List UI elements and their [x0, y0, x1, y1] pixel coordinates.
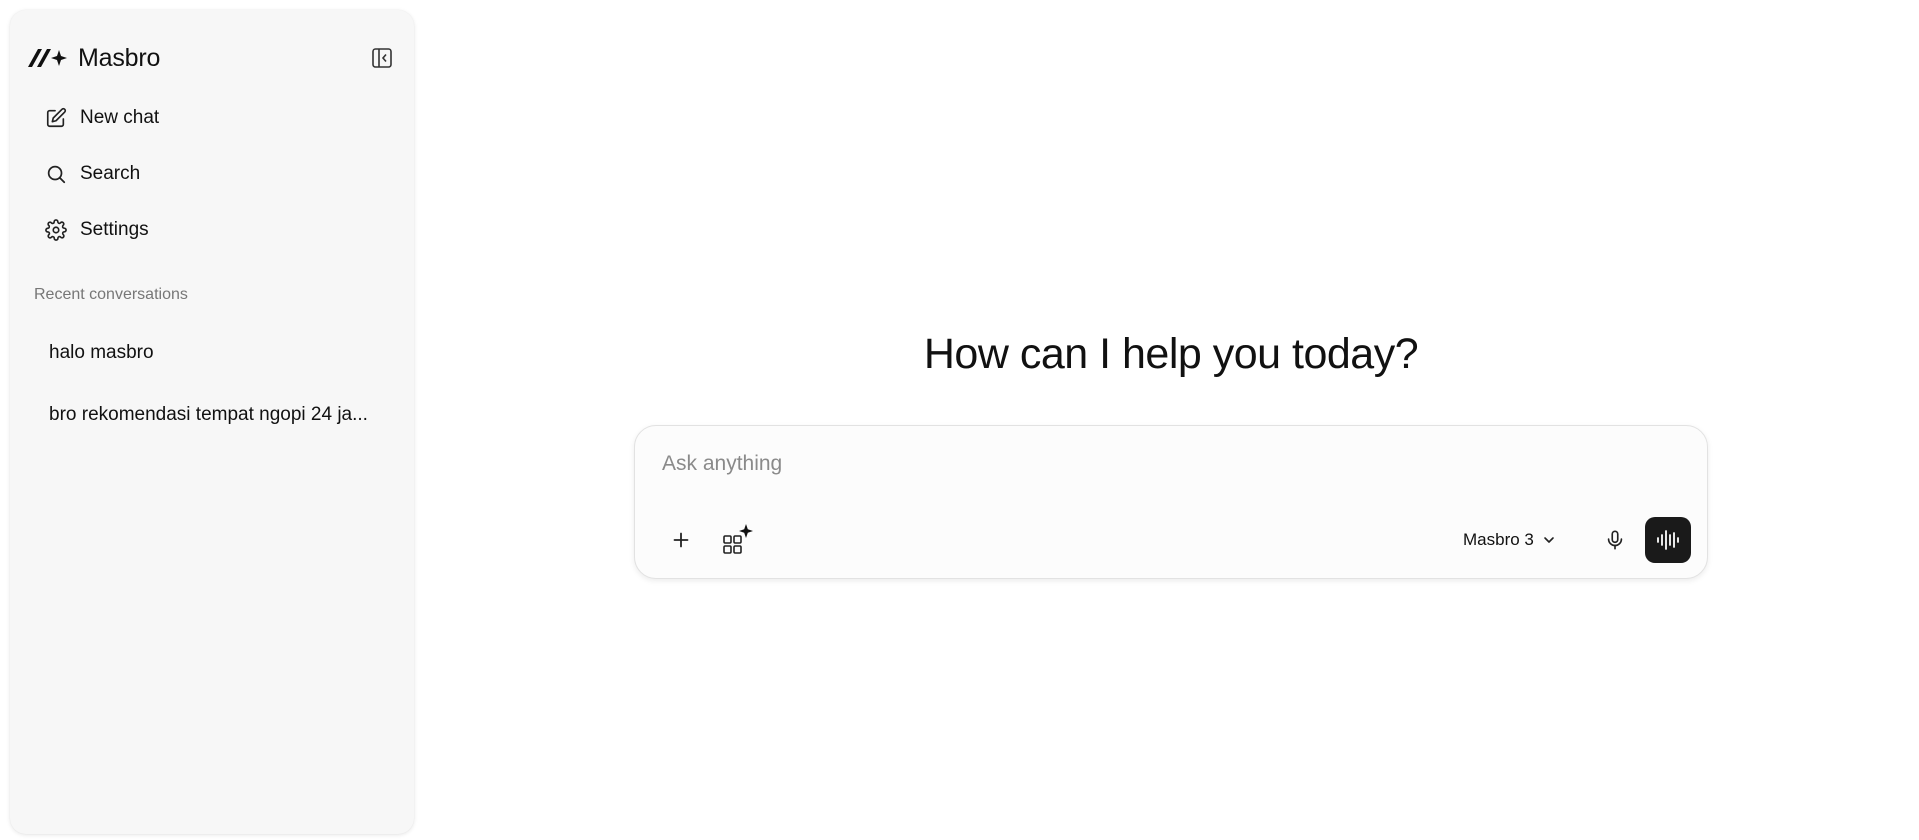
tools-button[interactable] [713, 518, 757, 562]
chat-input[interactable] [662, 446, 1662, 482]
masbro-logo-icon [28, 49, 67, 67]
model-selector[interactable]: Masbro 3 [1463, 522, 1556, 558]
sidebar-collapse-button[interactable] [358, 34, 406, 82]
new-chat-button[interactable]: New chat [30, 95, 400, 141]
settings-label: Settings [80, 219, 149, 240]
brand[interactable]: Masbro [28, 34, 160, 82]
edit-icon [44, 106, 68, 130]
apps-sparkle-icon [723, 524, 753, 554]
search-icon [44, 162, 68, 186]
conversation-item[interactable]: bro rekomendasi tempat ngopi 24 ja... [30, 391, 400, 439]
app-root: Masbro New chat Search Settings Recent c… [0, 0, 1919, 840]
recent-conversations-heading: Recent conversations [34, 286, 188, 303]
sidebar: Masbro New chat Search Settings Recent c… [10, 10, 414, 834]
search-label: Search [80, 163, 141, 184]
voice-mode-button[interactable] [1645, 517, 1691, 563]
new-chat-label: New chat [80, 107, 160, 128]
microphone-icon [1607, 530, 1623, 550]
welcome-heading: How can I help you today? [923, 330, 1419, 378]
plus-icon [673, 532, 689, 548]
settings-button[interactable]: Settings [30, 207, 400, 253]
chat-composer: Masbro 3 [634, 425, 1708, 579]
chevron-down-icon [1544, 537, 1554, 543]
brand-name: Masbro [78, 43, 161, 72]
voice-waveform-icon [1657, 530, 1679, 550]
conversation-item[interactable]: halo masbro [30, 329, 400, 377]
gear-icon [44, 218, 68, 242]
microphone-button[interactable] [1593, 518, 1637, 562]
model-name: Masbro 3 [1463, 530, 1534, 549]
add-attachment-button[interactable] [659, 518, 703, 562]
sidebar-collapse-icon [372, 48, 392, 68]
search-button[interactable]: Search [30, 151, 400, 197]
